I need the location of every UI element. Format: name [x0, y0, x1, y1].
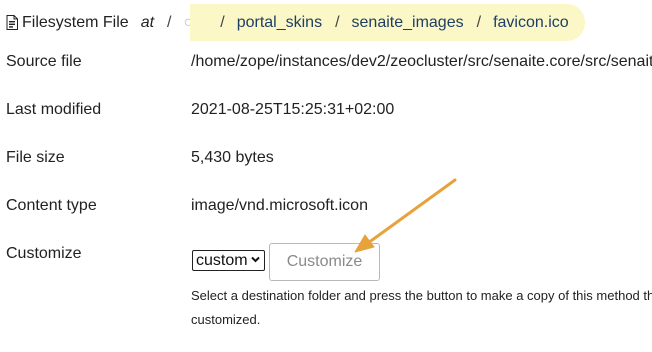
- property-label: Last modified: [6, 101, 102, 118]
- customize-label: Customize: [6, 245, 82, 262]
- breadcrumb-current-favicon[interactable]: favicon.ico: [493, 14, 569, 32]
- property-label: File size: [6, 149, 65, 166]
- breadcrumb-highlight: / portal_skins / senaite_images / favico…: [190, 4, 586, 41]
- destination-folder-value: custom: [196, 252, 248, 269]
- at-label: at: [140, 13, 155, 31]
- object-type-label: Filesystem File: [22, 13, 129, 31]
- help-text-line: Select a destination folder and press th…: [191, 288, 652, 303]
- property-value: /home/zope/instances/dev2/zeocluster/src…: [191, 53, 652, 70]
- customize-help-text: Select a destination folder and press th…: [191, 284, 652, 332]
- breadcrumb-separator: /: [476, 13, 482, 31]
- breadcrumb-separator: /: [220, 13, 225, 31]
- breadcrumb-link-portal-skins[interactable]: portal_skins: [237, 14, 322, 32]
- property-label: Source file: [6, 53, 82, 70]
- file-icon: [6, 15, 18, 30]
- help-text-line: customized.: [191, 312, 261, 327]
- breadcrumb-link-senaite-images[interactable]: senaite_images: [352, 14, 464, 32]
- destination-folder-select[interactable]: custom: [192, 250, 265, 271]
- breadcrumb-separator: /: [335, 13, 340, 31]
- property-value: 2021-08-25T15:25:31+02:00: [191, 101, 395, 118]
- property-value: image/vnd.microsoft.icon: [191, 197, 368, 214]
- zmi-file-properties-page: Filesystem File at / ○ ²³ / portal_skins…: [0, 0, 652, 352]
- property-value: 5,430 bytes: [191, 149, 274, 166]
- customize-button[interactable]: Customize: [269, 243, 380, 281]
- object-type: Filesystem File: [0, 14, 129, 32]
- chevron-down-icon: [251, 256, 260, 263]
- property-label: Content type: [6, 197, 97, 214]
- breadcrumb: Filesystem File at / ○ ²³ / portal_skins…: [0, 4, 586, 41]
- breadcrumb-separator: /: [167, 13, 172, 31]
